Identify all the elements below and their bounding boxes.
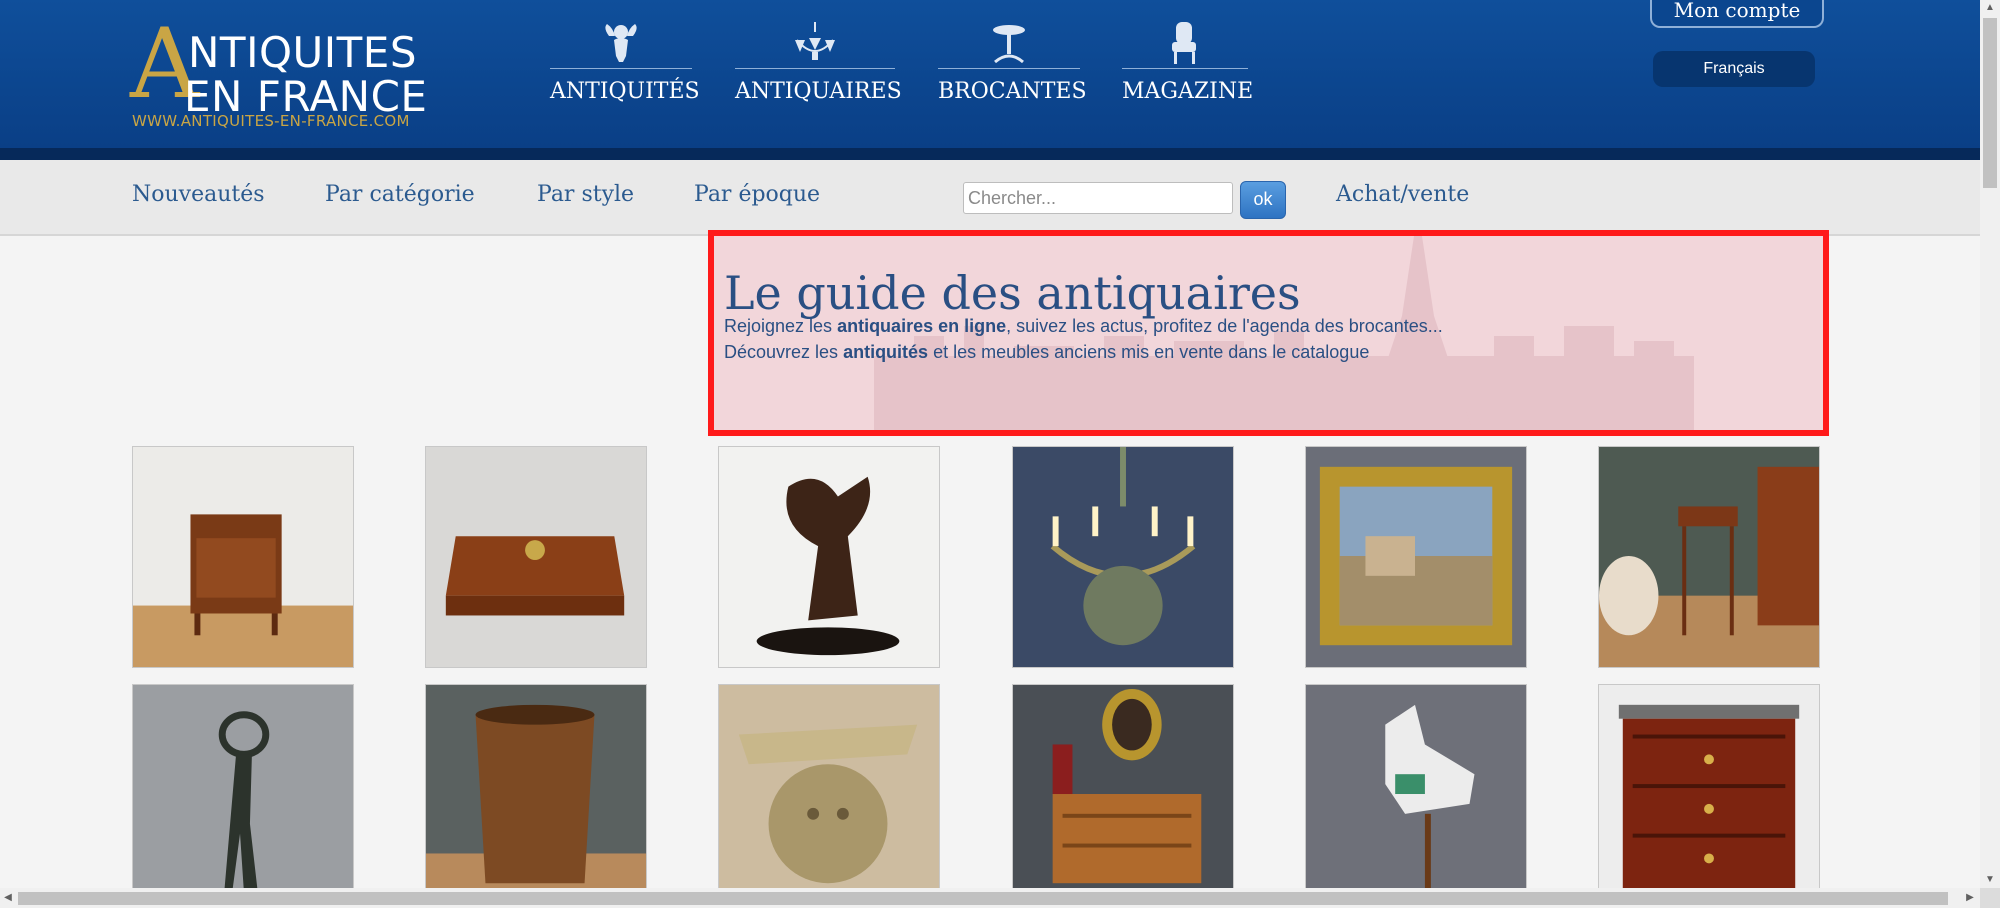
language-selector[interactable]: Français	[1653, 51, 1815, 87]
scrollbar-corner	[1980, 888, 2000, 908]
scroll-up-arrow-icon[interactable]: ▲	[1980, 0, 2000, 16]
nav-brocantes-label: BROCANTES	[938, 79, 1087, 104]
subnav-par-epoque[interactable]: Par époque	[694, 182, 820, 207]
search-button[interactable]: ok	[1240, 181, 1286, 219]
nav-divider	[1122, 68, 1248, 69]
search-input[interactable]	[963, 182, 1233, 214]
framed-painting-photo[interactable]	[1305, 446, 1527, 668]
vertical-scrollbar[interactable]: ▲ ▼	[1980, 0, 2000, 888]
subnav-nouveautes[interactable]: Nouveautés	[132, 182, 265, 207]
sub-navigation: Nouveautés Par catégorie Par style Par é…	[0, 160, 1980, 236]
site-header: A NTIQUITES EN FRANCE WWW.ANTIQUITES-EN-…	[0, 0, 1980, 148]
mahogany-commode-photo[interactable]	[1598, 684, 1820, 906]
pedestal-table-icon	[938, 22, 1080, 68]
subnav-par-categorie[interactable]: Par catégorie	[325, 182, 475, 207]
nav-divider	[938, 68, 1080, 69]
subnav-par-style[interactable]: Par style	[537, 182, 634, 207]
horizontal-scrollbar[interactable]: ◀ ▶	[0, 888, 1980, 908]
guide-line1-post: , suivez les actus, profitez de l'agenda…	[1006, 316, 1443, 336]
guide-text-line2: Découvrez les antiquités et les meubles …	[724, 342, 1369, 363]
chandelier-photo[interactable]	[1012, 446, 1234, 668]
vertical-scroll-thumb[interactable]	[1983, 18, 1997, 188]
guide-banner: Le guide des antiquaires Rejoignez les a…	[708, 230, 1829, 436]
nav-magazine-label: MAGAZINE	[1122, 79, 1254, 104]
scroll-left-arrow-icon[interactable]: ◀	[0, 888, 16, 908]
cherub-icon	[550, 22, 692, 68]
bronze-figure-photo[interactable]	[132, 684, 354, 906]
header-divider	[0, 148, 1980, 160]
nav-magazine[interactable]: MAGAZINE	[1122, 22, 1253, 112]
logo-line1: NTIQUITES	[188, 28, 417, 77]
carousel-horse-photo[interactable]	[1305, 684, 1527, 906]
guide-text-line1: Rejoignez les antiquaires en ligne, suiv…	[724, 316, 1443, 337]
nav-antiquites-label: ANTIQUITÉS	[550, 79, 700, 104]
bronze-sculpture-photo[interactable]	[718, 446, 940, 668]
scroll-right-arrow-icon[interactable]: ▶	[1962, 888, 1978, 908]
guide-line2-link[interactable]: antiquités	[843, 342, 928, 362]
gilded-console-photo[interactable]	[718, 684, 940, 906]
horizontal-scroll-thumb[interactable]	[18, 892, 1948, 905]
chest-of-drawers-room-photo[interactable]	[1012, 684, 1234, 906]
guide-title: Le guide des antiquaires	[724, 266, 1301, 320]
nav-brocantes[interactable]: BROCANTES	[938, 22, 1087, 112]
leather-bin-photo[interactable]	[425, 684, 647, 906]
subnav-achat-vente[interactable]: Achat/vente	[1336, 182, 1469, 207]
logo-url: WWW.ANTIQUITES-EN-FRANCE.COM	[132, 112, 410, 130]
nav-antiquaires-label: ANTIQUAIRES	[735, 79, 902, 104]
nav-antiquites[interactable]: ANTIQUITÉS	[550, 22, 700, 112]
chandelier-icon	[735, 22, 895, 68]
nightstand-photo[interactable]	[132, 446, 354, 668]
nav-divider	[550, 68, 692, 69]
site-logo[interactable]: A NTIQUITES EN FRANCE WWW.ANTIQUITES-EN-…	[130, 16, 450, 132]
guide-line1-pre: Rejoignez les	[724, 316, 838, 336]
scroll-down-arrow-icon[interactable]: ▼	[1980, 872, 2000, 888]
nav-antiquaires[interactable]: ANTIQUAIRES	[735, 22, 902, 112]
armchair-icon	[1122, 22, 1248, 68]
nav-divider	[735, 68, 895, 69]
guide-line2-pre: Découvrez les	[724, 342, 844, 362]
burl-box-photo[interactable]	[425, 446, 647, 668]
side-table-photo[interactable]	[1598, 446, 1820, 668]
guide-line1-link[interactable]: antiquaires en ligne	[837, 316, 1006, 336]
guide-line2-post: et les meubles anciens mis en vente dans…	[928, 342, 1370, 362]
account-button[interactable]: Mon compte	[1650, 0, 1824, 28]
